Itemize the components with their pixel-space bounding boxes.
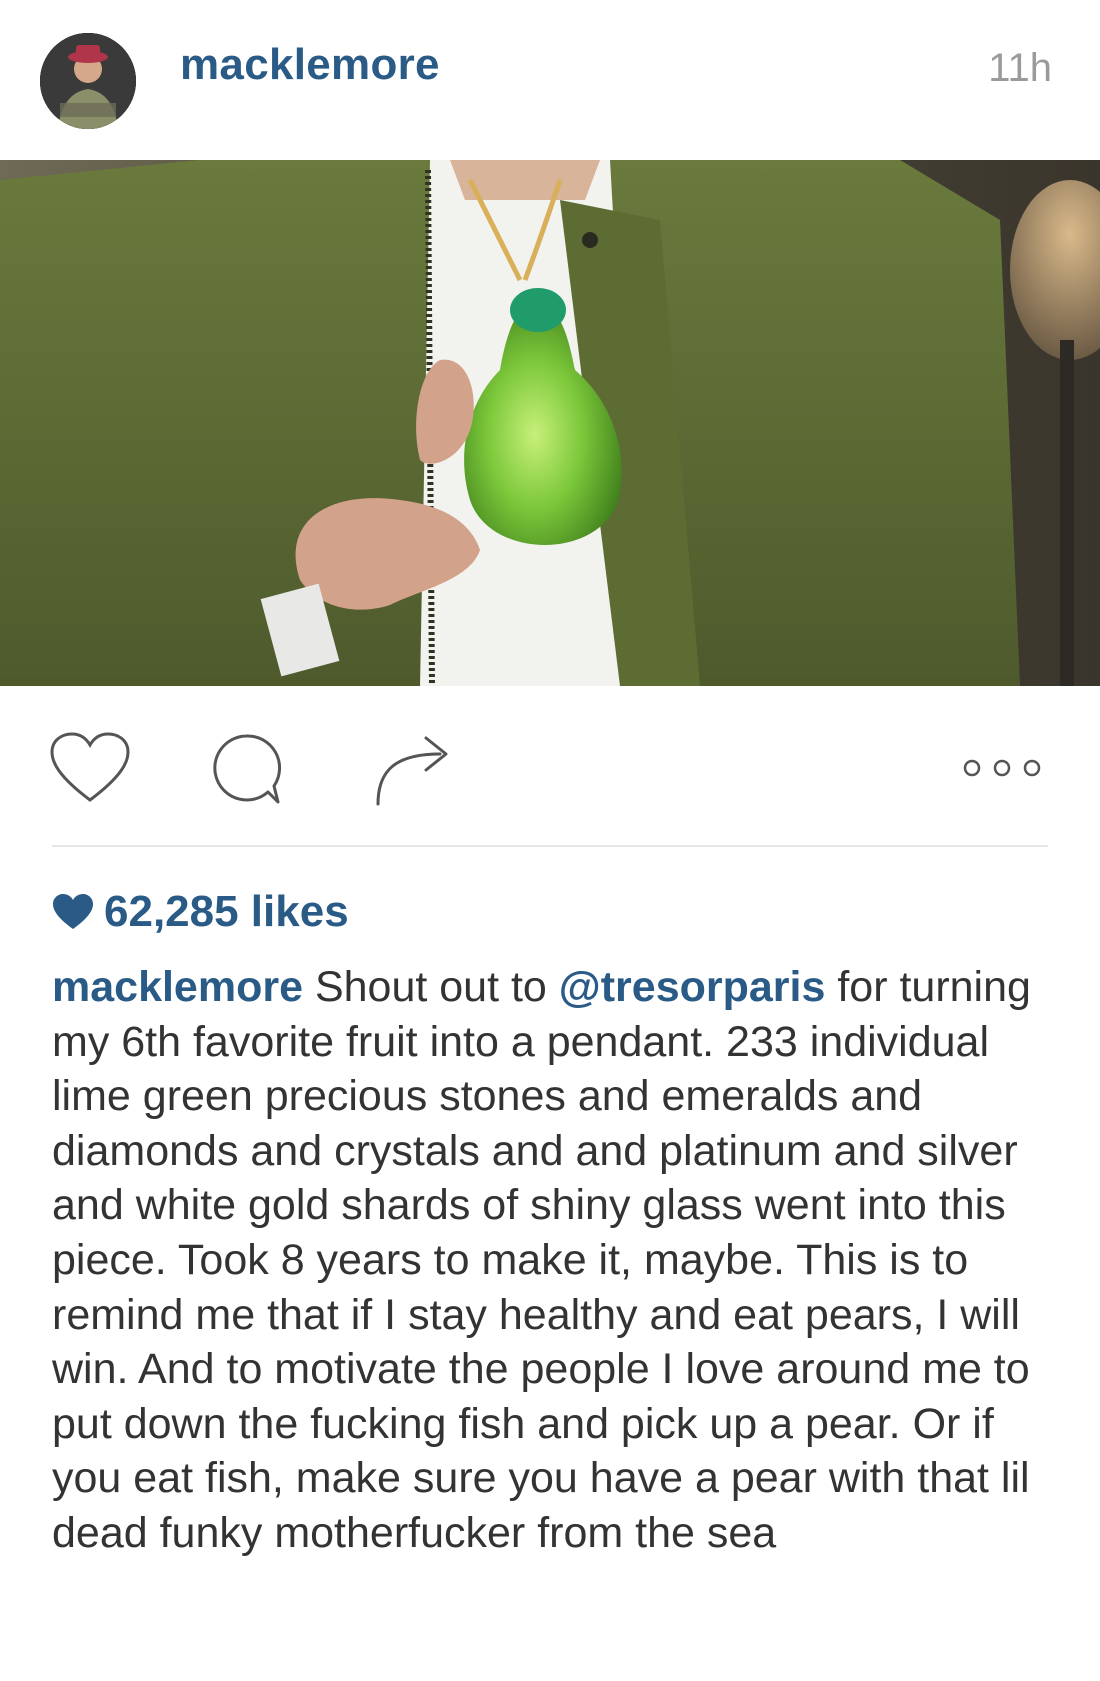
post-actions: [0, 686, 1100, 846]
caption-mention-link[interactable]: @tresorparis: [559, 963, 826, 1011]
post-username[interactable]: macklemore: [180, 40, 440, 90]
likes-count: 62,285 likes: [104, 887, 349, 936]
caption-username[interactable]: macklemore: [52, 963, 303, 1011]
likes-row[interactable]: 62,285 likes: [52, 882, 349, 942]
speech-bubble-icon[interactable]: [206, 730, 286, 810]
post-photo[interactable]: [0, 160, 1100, 686]
avatar[interactable]: [40, 33, 136, 129]
share-arrow-icon[interactable]: [370, 730, 460, 810]
more-dots-icon[interactable]: [960, 756, 1044, 780]
post-header: macklemore 11h: [0, 0, 1100, 160]
heart-outline-icon[interactable]: [48, 730, 132, 806]
post-caption: macklemore Shout out to @tresorparis for…: [52, 960, 1052, 1561]
caption-text-after-mention: for turning my 6th favorite fruit into a…: [52, 963, 1031, 1557]
divider: [52, 845, 1048, 847]
caption-text-before-mention: Shout out to: [303, 963, 559, 1011]
heart-filled-icon: [53, 894, 93, 929]
post-timestamp: 11h: [988, 46, 1052, 90]
